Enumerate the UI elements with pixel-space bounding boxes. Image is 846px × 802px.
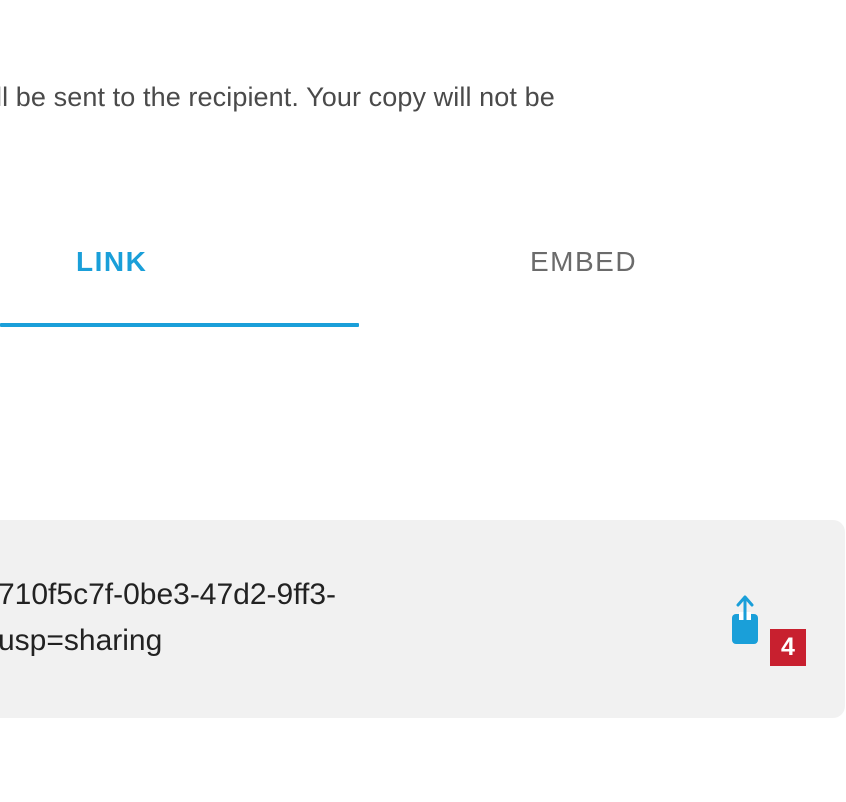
share-notice-text: ll be sent to the recipient. Your copy w… bbox=[0, 82, 555, 112]
active-tab-indicator bbox=[0, 323, 359, 327]
share-link-url[interactable]: 710f5c7f-0be3-47d2-9ff3- usp=sharing bbox=[0, 572, 336, 664]
share-link-box: 710f5c7f-0be3-47d2-9ff3- usp=sharing bbox=[0, 520, 845, 718]
share-tabs: LINK EMBED bbox=[0, 230, 846, 330]
tab-link[interactable]: LINK bbox=[76, 246, 147, 278]
share-link-line-2: usp=sharing bbox=[0, 624, 163, 657]
tab-embed[interactable]: EMBED bbox=[530, 246, 637, 278]
share-link-line-1: 710f5c7f-0be3-47d2-9ff3- bbox=[0, 578, 337, 611]
share-dialog: ll be sent to the recipient. Your copy w… bbox=[0, 0, 846, 802]
annotation-badge: 4 bbox=[770, 629, 806, 666]
